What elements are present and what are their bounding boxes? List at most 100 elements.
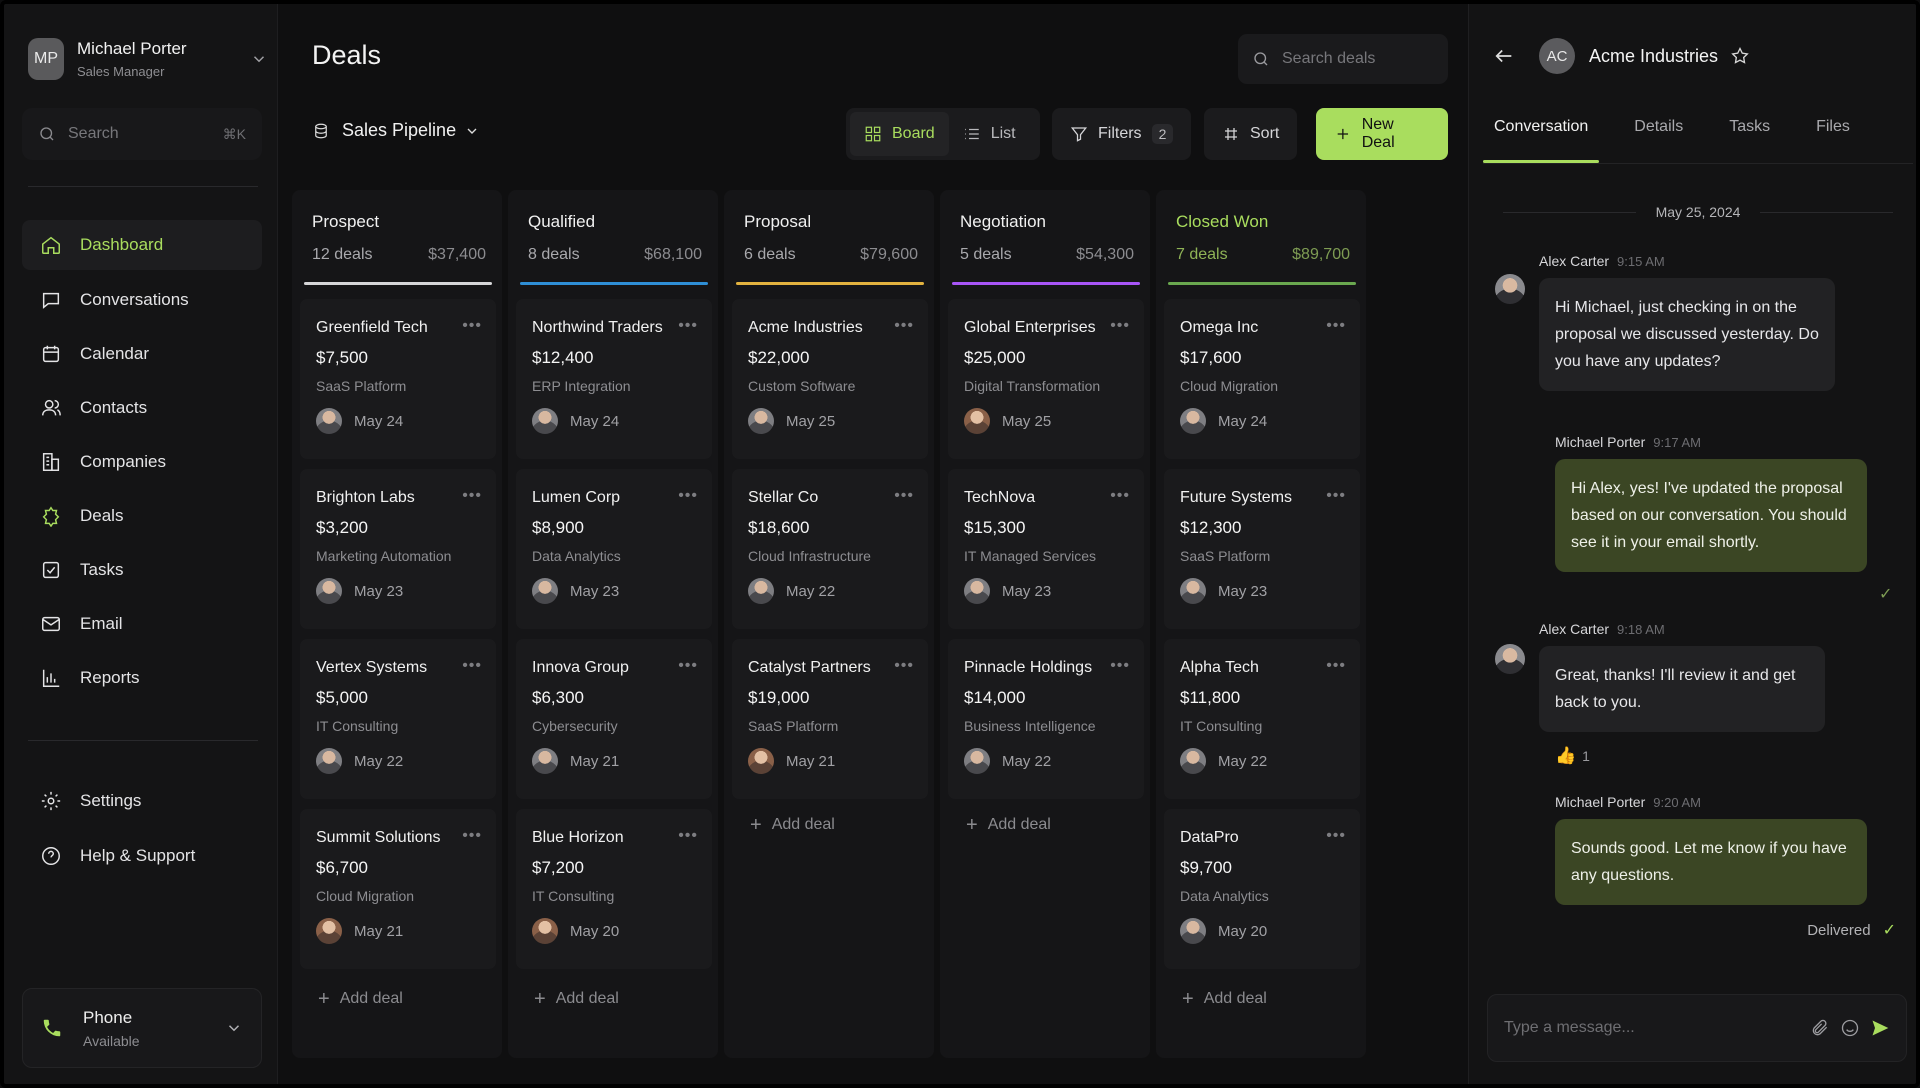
plus-icon: + (534, 987, 546, 1010)
more-horizontal-icon[interactable]: ••• (894, 487, 914, 505)
list-view-button[interactable]: List (949, 112, 1030, 156)
message-reaction[interactable]: 👍 1 (1555, 746, 1590, 766)
sidebar-item-companies[interactable]: Companies (22, 437, 262, 487)
message-time: 9:20 AM (1653, 795, 1701, 810)
deal-date: May 22 (354, 752, 404, 770)
sidebar-item-deals[interactable]: Deals (22, 491, 262, 541)
star-icon[interactable] (1730, 46, 1750, 66)
deal-card[interactable]: ••• Greenfield Tech $7,500 SaaS Platform… (300, 299, 496, 459)
more-horizontal-icon[interactable]: ••• (1110, 657, 1130, 675)
more-horizontal-icon[interactable]: ••• (462, 827, 482, 845)
add-deal-button[interactable]: + Add deal (300, 979, 496, 1019)
delivery-status: Delivered ✓ (1807, 920, 1896, 940)
deal-category: IT Consulting (532, 888, 615, 904)
sidebar-item-reports[interactable]: Reports (22, 653, 262, 703)
sidebar-item-help[interactable]: Help & Support (22, 831, 262, 881)
search-icon (40, 127, 54, 141)
add-deal-button[interactable]: + Add deal (948, 805, 1144, 845)
sidebar-item-label: Email (80, 614, 123, 633)
deal-card[interactable]: ••• Northwind Traders $12,400 ERP Integr… (516, 299, 712, 459)
view-toggle: Board List (846, 108, 1040, 160)
more-vertical-icon[interactable]: ⋮ (1907, 45, 1916, 67)
deal-card[interactable]: ••• TechNova $15,300 IT Managed Services… (948, 469, 1144, 629)
more-horizontal-icon[interactable]: ••• (894, 657, 914, 675)
deal-card[interactable]: ••• Blue Horizon $7,200 IT Consulting Ma… (516, 809, 712, 969)
more-horizontal-icon[interactable]: ••• (1326, 487, 1346, 505)
deal-card[interactable]: ••• Brighton Labs $3,200 Marketing Autom… (300, 469, 496, 629)
more-horizontal-icon[interactable]: ••• (462, 657, 482, 675)
sort-button[interactable]: Sort (1204, 108, 1298, 160)
sidebar-item-contacts[interactable]: Contacts (22, 383, 262, 433)
more-horizontal-icon[interactable]: ••• (1110, 317, 1130, 335)
new-deal-button[interactable]: New Deal (1316, 108, 1448, 160)
more-horizontal-icon[interactable]: ••• (678, 487, 698, 505)
sidebar-search-input[interactable]: Search ⌘K (22, 108, 262, 160)
pipeline-column: Proposal 6 deals $79,600 ••• Acme Indust… (724, 190, 934, 1058)
deal-card[interactable]: ••• Catalyst Partners $19,000 SaaS Platf… (732, 639, 928, 799)
back-arrow-icon[interactable] (1493, 45, 1515, 67)
add-deal-button[interactable]: + Add deal (732, 805, 928, 845)
sidebar-item-tasks[interactable]: Tasks (22, 545, 262, 595)
chevron-down-icon[interactable] (250, 50, 268, 68)
deal-card[interactable]: ••• Global Enterprises $25,000 Digital T… (948, 299, 1144, 459)
sort-label: Sort (1250, 125, 1280, 142)
avatar (532, 578, 558, 604)
deal-card[interactable]: ••• Lumen Corp $8,900 Data Analytics May… (516, 469, 712, 629)
more-horizontal-icon[interactable]: ••• (678, 827, 698, 845)
paperclip-icon[interactable] (1810, 1018, 1830, 1038)
sidebar-item-label: Reports (80, 668, 140, 687)
board-view-button[interactable]: Board (850, 112, 949, 156)
deal-card[interactable]: ••• Vertex Systems $5,000 IT Consulting … (300, 639, 496, 799)
more-horizontal-icon[interactable]: ••• (462, 317, 482, 335)
deal-name: DataPro (1180, 829, 1239, 846)
deal-category: Cloud Infrastructure (748, 548, 871, 564)
company-name: Acme Industries (1589, 45, 1719, 66)
emoji-icon[interactable] (1840, 1018, 1860, 1038)
pipeline-selector[interactable]: Sales Pipeline (312, 120, 480, 141)
more-horizontal-icon[interactable]: ••• (1326, 657, 1346, 675)
column-count: 12 deals (312, 246, 373, 263)
more-horizontal-icon[interactable]: ••• (462, 487, 482, 505)
more-horizontal-icon[interactable]: ••• (1326, 827, 1346, 845)
pipeline-column: Qualified 8 deals $68,100 ••• Northwind … (508, 190, 718, 1058)
more-horizontal-icon[interactable]: ••• (678, 317, 698, 335)
send-icon[interactable] (1870, 1018, 1890, 1038)
more-horizontal-icon[interactable]: ••• (1326, 317, 1346, 335)
phone-status[interactable]: Phone Available (22, 988, 262, 1068)
deal-card[interactable]: ••• Acme Industries $22,000 Custom Softw… (732, 299, 928, 459)
deal-card[interactable]: ••• Alpha Tech $11,800 IT Consulting May… (1164, 639, 1360, 799)
tab-conversation[interactable]: Conversation (1483, 108, 1600, 163)
message-input-placeholder[interactable]: Type a message... (1504, 1019, 1800, 1037)
phone-label: Phone (83, 1007, 133, 1027)
tab-files[interactable]: Files (1805, 108, 1861, 163)
sidebar-item-calendar[interactable]: Calendar (22, 329, 262, 379)
deal-amount: $15,300 (964, 518, 1026, 537)
deal-card[interactable]: ••• Stellar Co $18,600 Cloud Infrastruct… (732, 469, 928, 629)
tab-tasks[interactable]: Tasks (1718, 108, 1781, 163)
deals-search-placeholder: Search deals (1282, 50, 1376, 67)
chevron-down-icon[interactable] (225, 1019, 243, 1037)
more-horizontal-icon[interactable]: ••• (1110, 487, 1130, 505)
filters-button[interactable]: Filters 2 (1052, 108, 1192, 160)
user-menu[interactable]: MP Michael Porter Sales Manager (28, 34, 268, 84)
message-composer[interactable]: Type a message... (1487, 994, 1907, 1062)
more-horizontal-icon[interactable]: ••• (678, 657, 698, 675)
sidebar-item-conversations[interactable]: Conversations (22, 275, 262, 325)
more-horizontal-icon[interactable]: ••• (894, 317, 914, 335)
add-deal-button[interactable]: + Add deal (1164, 979, 1360, 1019)
deal-card[interactable]: ••• Innova Group $6,300 Cybersecurity Ma… (516, 639, 712, 799)
deals-search-input[interactable]: Search deals (1238, 34, 1448, 84)
company-avatar: AC (1539, 38, 1575, 74)
deal-card[interactable]: ••• Omega Inc $17,600 Cloud Migration Ma… (1164, 299, 1360, 459)
add-deal-button[interactable]: + Add deal (516, 979, 712, 1019)
sidebar-item-dashboard[interactable]: Dashboard (22, 220, 262, 270)
message-time: 9:15 AM (1617, 254, 1665, 269)
deal-card[interactable]: ••• DataPro $9,700 Data Analytics May 20 (1164, 809, 1360, 969)
message-meta: Michael Porter 9:20 AM (1555, 794, 1701, 810)
deal-card[interactable]: ••• Future Systems $12,300 SaaS Platform… (1164, 469, 1360, 629)
sidebar-item-email[interactable]: Email (22, 599, 262, 649)
deal-card[interactable]: ••• Pinnacle Holdings $14,000 Business I… (948, 639, 1144, 799)
sidebar-item-settings[interactable]: Settings (22, 776, 262, 826)
deal-card[interactable]: ••• Summit Solutions $6,700 Cloud Migrat… (300, 809, 496, 969)
tab-details[interactable]: Details (1623, 108, 1694, 163)
